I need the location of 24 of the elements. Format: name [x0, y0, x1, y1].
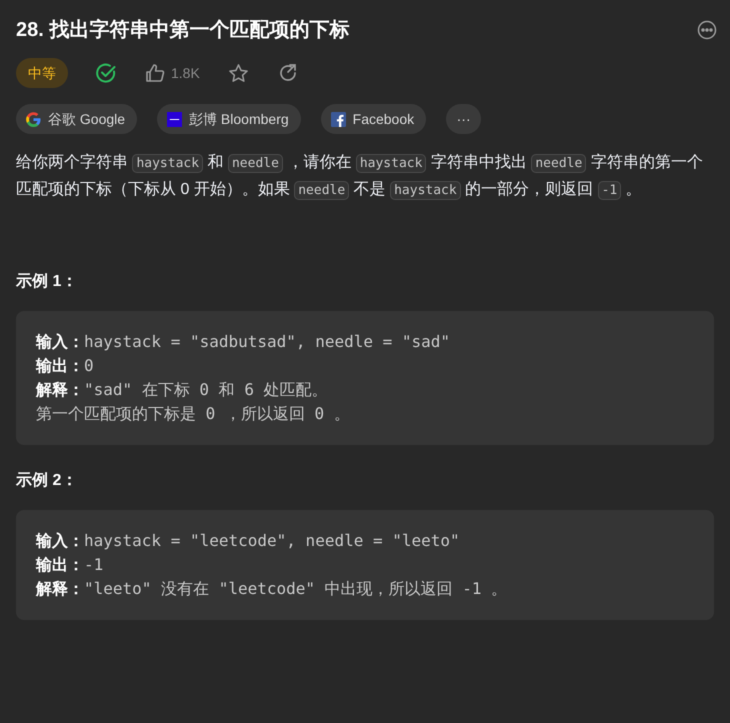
- logo-square-icon: [167, 112, 182, 126]
- share-arrow-icon[interactable]: [278, 63, 298, 83]
- example-line: 输出：-1: [36, 554, 104, 576]
- difficulty-badge: 中等: [16, 58, 68, 88]
- star-icon[interactable]: [228, 62, 249, 84]
- example-heading: 示例 2：: [16, 471, 78, 491]
- example-line: 输出：0: [36, 355, 94, 377]
- company-tag[interactable]: Facebook: [320, 104, 426, 134]
- google-logo-icon: [26, 112, 41, 126]
- thumbs-up-icon: [145, 63, 165, 83]
- problem-title: 28. 找出字符串中第一个匹配项的下标: [16, 18, 350, 43]
- example-line: 输入：haystack = "sadbutsad", needle = "sad": [36, 331, 450, 353]
- example-line: 解释："sad" 在下标 0 和 6 处匹配。: [36, 379, 328, 401]
- facebook-logo-icon: [330, 112, 346, 126]
- example-line: 输入：haystack = "leetcode", needle = "leeto": [36, 530, 460, 552]
- example-line: 第一个匹配项的下标是 0 ，所以返回 0 。: [36, 403, 350, 425]
- problem-description: 给你两个字符串 haystack 和 needle ，请你在 haystack 字符串中找出 needle 字符串的第一个匹配项的下标（下标从 0 开始）。如果 needle 不是 haystack 的一部分，则返回 -1 。: [16, 152, 704, 202]
- company-tag[interactable]: 谷歌 Google: [16, 104, 138, 134]
- example-line: 解释："leeto" 没有在 "leetcode" 中出现，所以返回 -1 。: [36, 578, 508, 600]
- like-button[interactable]: 1.8K: [145, 62, 200, 84]
- example-heading: 示例 1：: [16, 272, 78, 292]
- company-tag[interactable]: 彭博 Bloomberg: [157, 104, 301, 134]
- more-options-icon[interactable]: [697, 20, 717, 40]
- more-tags-button[interactable]: ···: [446, 104, 482, 134]
